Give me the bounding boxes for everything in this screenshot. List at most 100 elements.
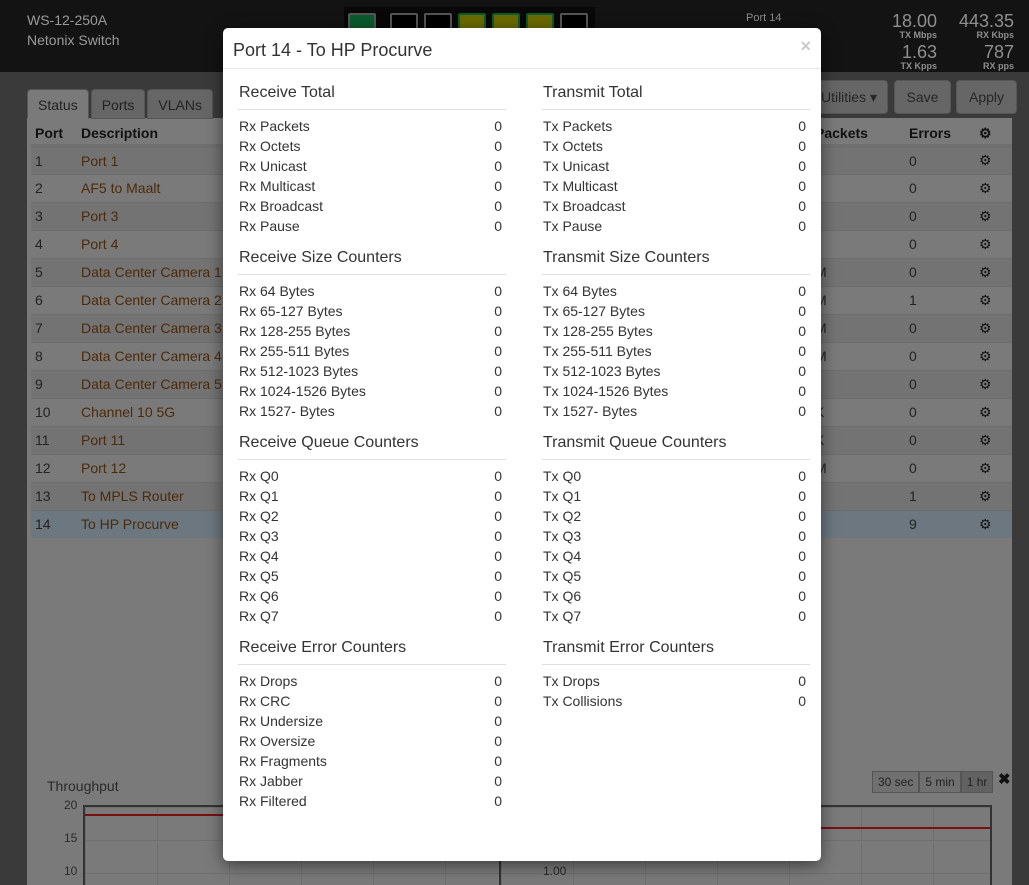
counter-label: Tx 1024-1526 Bytes bbox=[543, 383, 669, 399]
port-settings-gear-icon[interactable]: ⚙ bbox=[975, 229, 1012, 258]
counter-value: 0 bbox=[798, 138, 806, 154]
range-1hr-button[interactable]: 1 hr bbox=[960, 771, 994, 793]
section-title: Transmit Error Counters bbox=[542, 639, 810, 665]
counter-section: Transmit Error Counters Tx Drops 0 Tx Colli… bbox=[542, 639, 810, 711]
section-title: Receive Total bbox=[238, 84, 506, 110]
counter-value: 0 bbox=[494, 773, 502, 789]
port-errors: 0 bbox=[905, 229, 975, 258]
section-title: Receive Size Counters bbox=[238, 249, 506, 275]
counter-row: Tx 1024-1526 Bytes 0 bbox=[542, 381, 810, 401]
counter-row: Rx Q0 0 bbox=[238, 466, 506, 486]
port-settings-gear-icon[interactable]: ⚙ bbox=[975, 285, 1012, 314]
port-errors: 0 bbox=[905, 425, 975, 454]
port-packets: M bbox=[815, 285, 905, 314]
counter-row: Tx Q5 0 bbox=[542, 566, 810, 586]
settings-gear-icon[interactable]: ⚙ bbox=[975, 122, 1012, 148]
close-icon[interactable]: × bbox=[800, 36, 811, 57]
port-settings-gear-icon[interactable]: ⚙ bbox=[975, 341, 1012, 370]
port-packets bbox=[815, 173, 905, 202]
counter-label: Rx Oversize bbox=[239, 733, 316, 749]
counter-label: Rx CRC bbox=[239, 693, 291, 709]
counter-label: Rx 255-511 Bytes bbox=[239, 343, 350, 359]
port-settings-gear-icon[interactable]: ⚙ bbox=[975, 257, 1012, 286]
save-button[interactable]: Save bbox=[894, 80, 951, 114]
port-settings-gear-icon[interactable]: ⚙ bbox=[975, 509, 1012, 538]
counter-row: Rx Q2 0 bbox=[238, 506, 506, 526]
counter-row: Rx Undersize 0 bbox=[238, 711, 506, 731]
port-packets: M bbox=[815, 257, 905, 286]
counter-label: Tx Q1 bbox=[543, 488, 582, 504]
counter-label: Tx 255-511 Bytes bbox=[543, 343, 652, 359]
port-errors: 0 bbox=[905, 173, 975, 202]
apply-button[interactable]: Apply bbox=[956, 80, 1017, 114]
counter-label: Rx 65-127 Bytes bbox=[239, 303, 343, 319]
counter-row: Rx Fragments 0 bbox=[238, 751, 506, 771]
stat-tx-kpps: 1.63 TX Kpps bbox=[900, 42, 937, 71]
port-settings-gear-icon[interactable]: ⚙ bbox=[975, 201, 1012, 230]
counter-value: 0 bbox=[494, 323, 502, 339]
counter-label: Rx Fragments bbox=[239, 753, 327, 769]
counter-label: Tx Broadcast bbox=[543, 198, 626, 214]
port-number: 8 bbox=[31, 341, 77, 370]
counter-row: Rx CRC 0 bbox=[238, 691, 506, 711]
counter-label: Rx Undersize bbox=[239, 713, 324, 729]
section-title: Receive Queue Counters bbox=[238, 434, 506, 460]
tab-ports[interactable]: Ports bbox=[90, 89, 146, 119]
counter-row: Rx 512-1023 Bytes 0 bbox=[238, 361, 506, 381]
counter-value: 0 bbox=[798, 118, 806, 134]
counter-label: Tx Q4 bbox=[543, 548, 582, 564]
counter-row: Rx 1024-1526 Bytes 0 bbox=[238, 381, 506, 401]
port-number: 4 bbox=[31, 229, 77, 258]
close-chart-icon[interactable]: ✖ bbox=[998, 770, 1011, 788]
tx-series-line bbox=[820, 827, 990, 829]
port-settings-gear-icon[interactable]: ⚙ bbox=[975, 145, 1012, 174]
col-port: Port bbox=[31, 122, 77, 148]
y-tick: 20 bbox=[64, 798, 78, 812]
counter-row: Tx 1527- Bytes 0 bbox=[542, 401, 810, 421]
counter-row: Rx Q4 0 bbox=[238, 546, 506, 566]
range-5min-button[interactable]: 5 min bbox=[919, 771, 961, 793]
counter-value: 0 bbox=[494, 198, 502, 214]
counter-row: Rx Unicast 0 bbox=[238, 156, 506, 176]
counter-row: Tx Drops 0 bbox=[542, 671, 810, 691]
counter-value: 0 bbox=[494, 528, 502, 544]
counter-label: Tx 128-255 Bytes bbox=[543, 323, 653, 339]
port-number: 11 bbox=[31, 425, 77, 454]
counter-row: Rx 1527- Bytes 0 bbox=[238, 401, 506, 421]
counter-value: 0 bbox=[798, 528, 806, 544]
section-title: Transmit Size Counters bbox=[542, 249, 810, 275]
port-settings-gear-icon[interactable]: ⚙ bbox=[975, 425, 1012, 454]
counter-value: 0 bbox=[494, 138, 502, 154]
counter-row: Rx Drops 0 bbox=[238, 671, 506, 691]
counter-value: 0 bbox=[798, 403, 806, 419]
counter-row: Tx Q4 0 bbox=[542, 546, 810, 566]
port-number: 2 bbox=[31, 173, 77, 202]
port-packets bbox=[815, 481, 905, 510]
counter-section: Transmit Size Counters Tx 64 Bytes 0 Tx 65-… bbox=[542, 249, 810, 421]
range-30sec-button[interactable]: 30 sec bbox=[872, 771, 920, 793]
port-settings-gear-icon[interactable]: ⚙ bbox=[975, 173, 1012, 202]
counter-section: Receive Total Rx Packets 0 Rx Octets 0 Rx Uni… bbox=[238, 84, 506, 236]
counter-label: Rx Q4 bbox=[239, 548, 279, 564]
port-settings-gear-icon[interactable]: ⚙ bbox=[975, 453, 1012, 482]
counter-value: 0 bbox=[798, 218, 806, 234]
port-errors: 0 bbox=[905, 397, 975, 426]
tab-status[interactable]: Status bbox=[27, 89, 89, 119]
port-packets: K bbox=[815, 425, 905, 454]
counter-row: Rx Filtered 0 bbox=[238, 791, 506, 811]
counter-label: Rx 1024-1526 Bytes bbox=[239, 383, 366, 399]
tab-vlans[interactable]: VLANs bbox=[147, 89, 213, 119]
counter-label: Rx 1527- Bytes bbox=[239, 403, 335, 419]
counter-row: Tx Q7 0 bbox=[542, 606, 810, 626]
port-settings-gear-icon[interactable]: ⚙ bbox=[975, 369, 1012, 398]
port-settings-gear-icon[interactable]: ⚙ bbox=[975, 481, 1012, 510]
device-info: WS-12-250A Netonix Switch bbox=[27, 10, 120, 50]
port-settings-gear-icon[interactable]: ⚙ bbox=[975, 397, 1012, 426]
counter-value: 0 bbox=[798, 363, 806, 379]
counter-value: 0 bbox=[798, 488, 806, 504]
counter-value: 0 bbox=[494, 468, 502, 484]
time-range-group: 30 sec 5 min 1 hr bbox=[872, 771, 994, 793]
port-settings-gear-icon[interactable]: ⚙ bbox=[975, 313, 1012, 342]
counter-label: Tx Q3 bbox=[543, 528, 582, 544]
counter-value: 0 bbox=[798, 383, 806, 399]
